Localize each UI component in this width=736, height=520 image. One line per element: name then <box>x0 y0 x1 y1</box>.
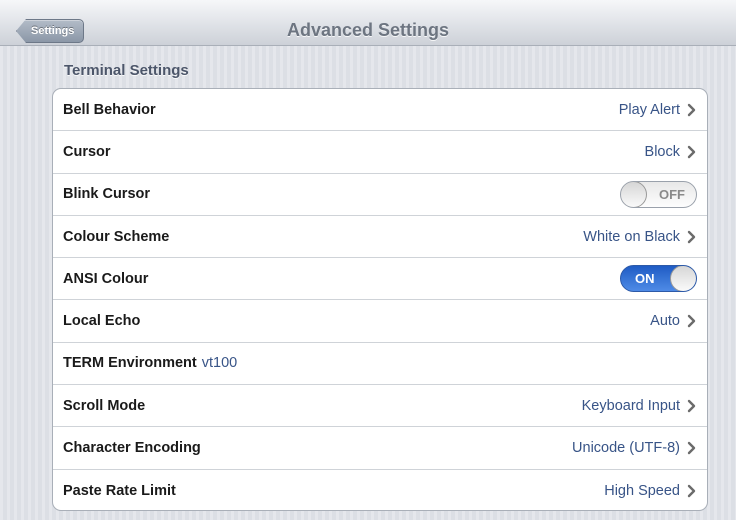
chevron-right-icon <box>687 441 696 455</box>
row-scroll-mode[interactable]: Scroll Mode Keyboard Input <box>53 385 707 428</box>
row-value: Block <box>644 143 680 160</box>
row-blink-cursor: Blink Cursor OFF <box>53 174 707 216</box>
chevron-right-icon <box>687 399 696 412</box>
navigation-bar: Settings Advanced Settings <box>0 0 736 46</box>
row-label: Bell Behavior <box>63 101 156 118</box>
row-value: White on Black <box>583 228 680 245</box>
row-local-echo[interactable]: Local Echo Auto <box>53 300 707 343</box>
toggle-knob <box>670 266 696 292</box>
term-environment-value[interactable]: vt100 <box>202 355 237 371</box>
row-colour-scheme[interactable]: Colour Scheme White on Black <box>53 216 707 259</box>
row-value: Auto <box>650 313 680 330</box>
row-value: Unicode (UTF-8) <box>572 440 680 457</box>
chevron-right-icon <box>687 103 696 116</box>
toggle-knob <box>621 181 647 207</box>
row-label: Character Encoding <box>63 440 201 457</box>
chevron-right-icon <box>687 230 696 243</box>
row-label: Cursor <box>63 143 111 160</box>
section-header: Terminal Settings <box>64 62 189 79</box>
ansi-colour-toggle[interactable]: ON <box>620 265 697 293</box>
row-bell-behavior[interactable]: Bell Behavior Play Alert <box>53 89 707 132</box>
row-label: Scroll Mode <box>63 397 146 414</box>
row-cursor[interactable]: Cursor Block <box>53 131 707 174</box>
chevron-right-icon <box>687 314 696 328</box>
row-label: TERM Environment <box>63 355 197 372</box>
settings-group: Bell Behavior Play Alert Cursor Block Bl… <box>52 88 708 511</box>
row-value: Keyboard Input <box>581 397 680 414</box>
row-label: Paste Rate Limit <box>63 482 176 499</box>
chevron-right-icon <box>687 145 696 159</box>
row-value: High Speed <box>604 482 680 499</box>
row-character-encoding[interactable]: Character Encoding Unicode (UTF-8) <box>53 427 707 470</box>
row-label: Colour Scheme <box>63 228 170 245</box>
toggle-state-text: ON <box>635 271 655 287</box>
chevron-right-icon <box>687 484 696 498</box>
row-value: Play Alert <box>618 101 680 118</box>
row-label: ANSI Colour <box>63 270 149 287</box>
blink-cursor-toggle[interactable]: OFF <box>620 180 697 208</box>
page-title: Advanced Settings <box>286 20 450 40</box>
row-term-environment[interactable]: TERM Environment vt100 <box>53 343 707 386</box>
toggle-state-text: OFF <box>659 186 685 202</box>
row-label: Local Echo <box>63 313 141 330</box>
row-label: Blink Cursor <box>63 186 151 203</box>
row-paste-rate-limit[interactable]: Paste Rate Limit High Speed <box>53 470 707 510</box>
row-ansi-colour: ANSI Colour ON <box>53 258 707 301</box>
